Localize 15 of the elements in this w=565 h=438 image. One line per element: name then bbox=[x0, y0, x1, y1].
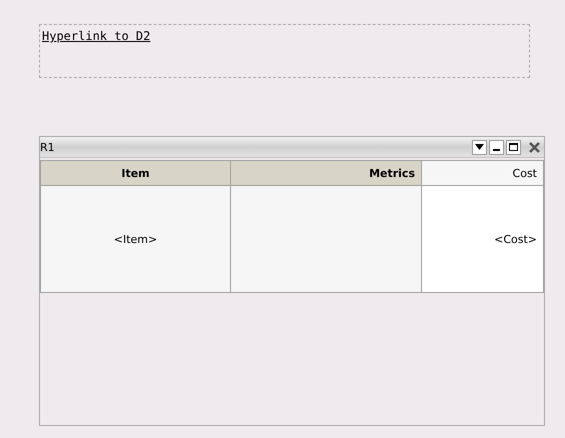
minimize-icon bbox=[493, 149, 500, 151]
close-icon bbox=[529, 142, 540, 152]
dropdown-button[interactable] bbox=[472, 140, 487, 154]
column-header: Cost bbox=[422, 160, 544, 186]
minimize-button[interactable] bbox=[489, 140, 504, 154]
close-button[interactable] bbox=[527, 140, 542, 154]
table-cell: <Cost> bbox=[422, 186, 544, 293]
maximize-button[interactable] bbox=[506, 140, 521, 154]
table-cell: <Item> bbox=[40, 186, 231, 293]
maximize-icon bbox=[509, 143, 518, 151]
panel-title: R1 bbox=[40, 140, 56, 154]
column-header: Metrics bbox=[231, 160, 422, 186]
caret-icon bbox=[475, 144, 484, 150]
column-header: Item bbox=[40, 160, 231, 186]
hyperlink[interactable]: Hyperlink to D2 bbox=[42, 29, 150, 43]
